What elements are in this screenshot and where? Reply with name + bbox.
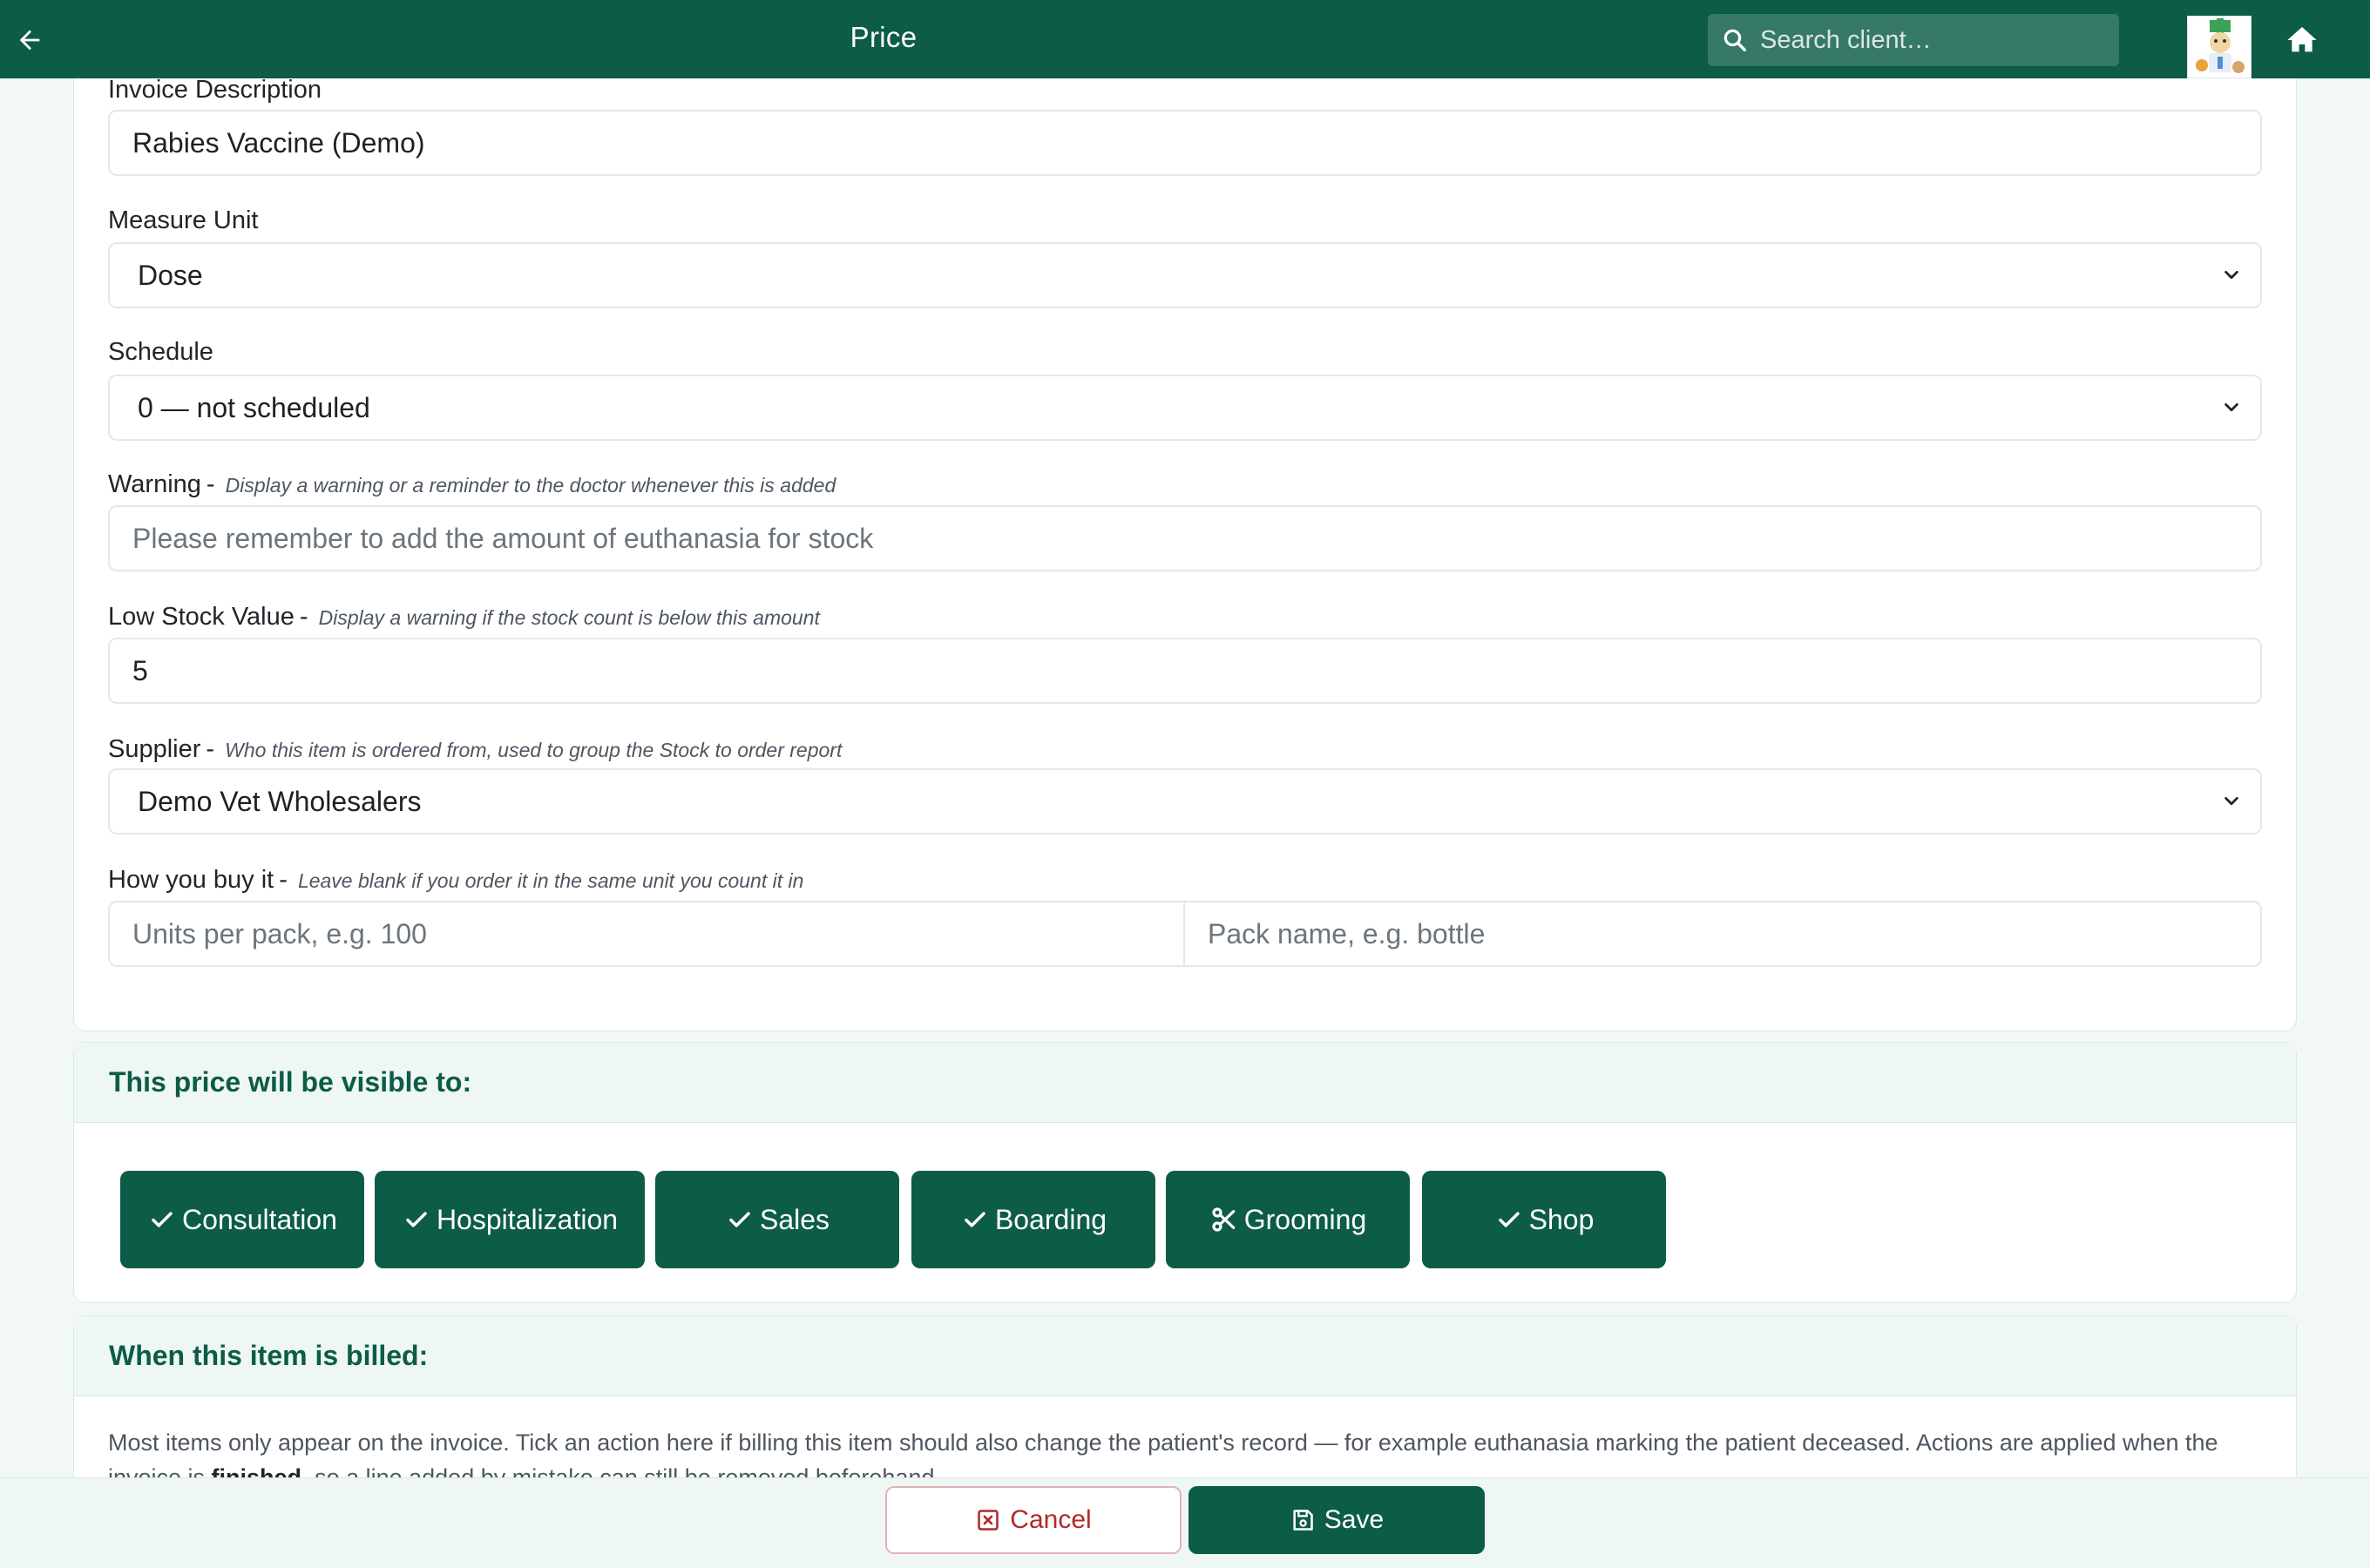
how-you-buy-label: How you buy it - Leave blank if you order… xyxy=(108,866,804,894)
chevron-down-icon xyxy=(2224,270,2238,280)
invoice-description-input[interactable] xyxy=(108,110,2262,176)
schedule-label: Schedule xyxy=(108,338,213,366)
billing-heading: When this item is billed: xyxy=(74,1316,2296,1396)
supplier-value: Demo Vet Wholesalers xyxy=(138,785,422,817)
scissors-icon xyxy=(1212,1207,1236,1232)
visibility-heading: This price will be visible to: xyxy=(74,1043,2296,1123)
schedule-value: 0 — not scheduled xyxy=(138,391,370,423)
avatar[interactable] xyxy=(2187,16,2252,78)
floppy-disk-icon xyxy=(1293,1510,1313,1531)
low-stock-input[interactable] xyxy=(108,638,2262,704)
cancel-button[interactable]: Cancel xyxy=(885,1486,1182,1554)
top-app-bar: Price xyxy=(0,0,2370,78)
check-icon xyxy=(152,1212,173,1227)
supplier-label: Supplier - Who this item is ordered from,… xyxy=(108,735,843,763)
chip-boarding[interactable]: Boarding xyxy=(911,1171,1155,1268)
measure-unit-value: Dose xyxy=(138,259,203,291)
chevron-down-icon xyxy=(2224,402,2238,412)
units-per-pack-input[interactable] xyxy=(108,901,1185,967)
warning-hint: Display a warning or a reminder to the d… xyxy=(225,474,836,497)
search-input[interactable] xyxy=(1760,25,2109,55)
home-button[interactable] xyxy=(2283,21,2321,59)
how-you-buy-hint: Leave blank if you order it in the same … xyxy=(297,869,804,892)
close-box-icon xyxy=(978,1510,999,1531)
page-title: Price xyxy=(850,21,918,53)
save-button[interactable]: Save xyxy=(1188,1486,1485,1554)
chip-shop[interactable]: Shop xyxy=(1422,1171,1666,1268)
chip-hospitalization[interactable]: Hospitalization xyxy=(375,1171,645,1268)
low-stock-label: Low Stock Value - Display a warning if th… xyxy=(108,603,820,631)
check-icon xyxy=(729,1212,750,1227)
form-footer xyxy=(0,1477,2370,1568)
chip-sales[interactable]: Sales xyxy=(655,1171,899,1268)
invoice-description-label: Invoice Description xyxy=(108,76,322,104)
chip-grooming[interactable]: Grooming xyxy=(1166,1171,1410,1268)
pack-name-input[interactable] xyxy=(1185,901,2262,967)
low-stock-hint: Display a warning if the stock count is … xyxy=(318,606,820,629)
measure-unit-label: Measure Unit xyxy=(108,206,259,234)
measure-unit-select[interactable]: Dose xyxy=(108,242,2262,308)
home-icon xyxy=(2287,27,2317,52)
client-search[interactable] xyxy=(1708,14,2119,66)
chip-consultation[interactable]: Consultation xyxy=(120,1171,364,1268)
check-icon xyxy=(406,1212,427,1227)
schedule-select[interactable]: 0 — not scheduled xyxy=(108,375,2262,441)
clinic-logo-icon xyxy=(2188,17,2251,78)
check-icon xyxy=(965,1212,985,1227)
supplier-select[interactable]: Demo Vet Wholesalers xyxy=(108,768,2262,835)
search-icon xyxy=(1723,29,1746,51)
check-icon xyxy=(1498,1212,1520,1227)
supplier-hint: Who this item is ordered from, used to g… xyxy=(225,739,843,761)
chevron-down-icon xyxy=(2224,796,2238,806)
warning-input[interactable] xyxy=(108,505,2262,571)
warning-label: Warning - Display a warning or a reminder… xyxy=(108,470,836,498)
